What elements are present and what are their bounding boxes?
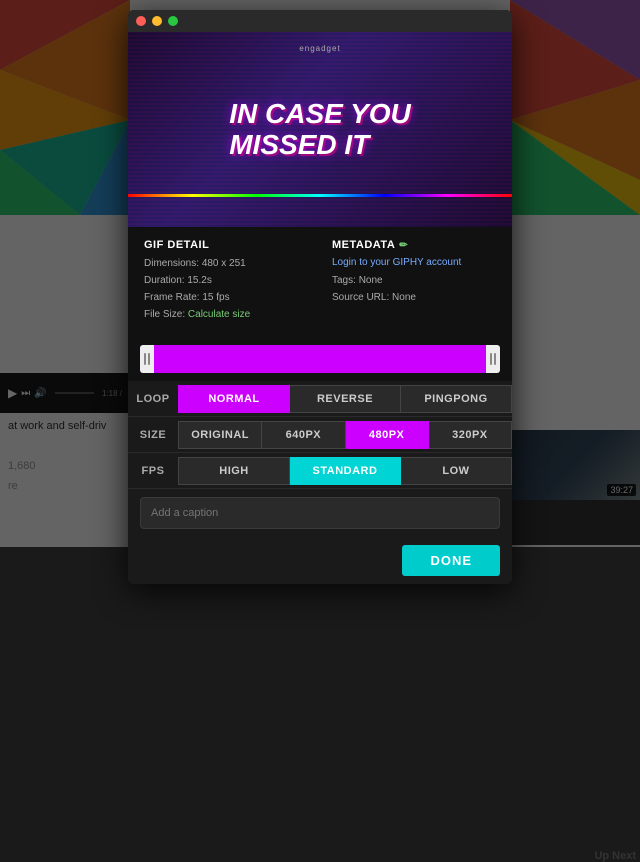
line2 (148, 353, 150, 365)
color-bar (128, 194, 512, 197)
trim-section (128, 337, 512, 381)
trim-handle-right[interactable] (486, 345, 500, 373)
size-label: SIZE (128, 429, 178, 441)
line4 (494, 353, 496, 365)
size-row: SIZE ORIGINAL 640PX 480PX 320PX (128, 417, 512, 453)
fps-standard-button[interactable]: STANDARD (290, 457, 401, 485)
next-label: Up Next (594, 850, 636, 862)
loop-label: LOOP (128, 393, 178, 405)
size-original-button[interactable]: ORIGINAL (178, 421, 262, 449)
done-section: DONE (128, 537, 512, 584)
controls-section: LOOP NORMAL REVERSE PINGPONG SIZE ORIGIN… (128, 381, 512, 489)
size-480-button[interactable]: 480PX (346, 421, 429, 449)
giphy-login-link[interactable]: Login to your GIPHY account (332, 257, 496, 268)
trim-track[interactable] (140, 345, 500, 373)
line3 (490, 353, 492, 365)
video-title-line2: MISSED IT (229, 130, 411, 161)
frame-rate-row: Frame Rate: 15 fps (144, 291, 308, 305)
maximize-button[interactable] (168, 16, 178, 26)
gif-detail: GIF DETAIL Dimensions: 480 x 251 Duratio… (144, 239, 308, 325)
duration-row: Duration: 15.2s (144, 274, 308, 288)
tags-row: Tags: None (332, 274, 496, 288)
edit-icon[interactable]: ✏ (399, 240, 408, 251)
fps-low-button[interactable]: LOW (401, 457, 512, 485)
loop-btn-group: NORMAL REVERSE PINGPONG (178, 385, 512, 413)
done-button[interactable]: DONE (402, 545, 500, 576)
calculate-size-link[interactable]: Calculate size (188, 309, 250, 320)
engadget-logo: engadget (299, 44, 340, 53)
fps-label: FPS (128, 465, 178, 477)
size-320-button[interactable]: 320PX (429, 421, 512, 449)
handle-lines-left (144, 353, 150, 365)
info-section: GIF DETAIL Dimensions: 480 x 251 Duratio… (128, 227, 512, 337)
metadata-header: METADATA ✏ (332, 239, 496, 251)
size-btn-group: ORIGINAL 640PX 480PX 320PX (178, 421, 512, 449)
video-preview: engadget IN CASE YOU MISSED IT ⏸ ⏭ 🔊 1:1… (128, 32, 512, 227)
video-title-line1: IN CASE YOU (229, 99, 411, 130)
source-row: Source URL: None (332, 291, 496, 305)
video-content: engadget IN CASE YOU MISSED IT (128, 32, 512, 227)
minimize-button[interactable] (152, 16, 162, 26)
caption-section (128, 489, 512, 537)
fps-high-button[interactable]: HIGH (178, 457, 290, 485)
gif-detail-header: GIF DETAIL (144, 239, 308, 251)
loop-row: LOOP NORMAL REVERSE PINGPONG (128, 381, 512, 417)
fps-btn-group: HIGH STANDARD LOW (178, 457, 512, 485)
caption-input[interactable] (140, 497, 500, 529)
modal-window: engadget IN CASE YOU MISSED IT ⏸ ⏭ 🔊 1:1… (128, 10, 512, 584)
loop-reverse-button[interactable]: REVERSE (290, 385, 401, 413)
close-button[interactable] (136, 16, 146, 26)
line1 (144, 353, 146, 365)
title-bar (128, 10, 512, 32)
size-640-button[interactable]: 640PX (262, 421, 345, 449)
loop-normal-button[interactable]: NORMAL (178, 385, 290, 413)
file-size-row: File Size: Calculate size (144, 308, 308, 322)
metadata-section: METADATA ✏ Login to your GIPHY account T… (332, 239, 496, 325)
fps-row: FPS HIGH STANDARD LOW (128, 453, 512, 489)
video-title: IN CASE YOU MISSED IT (229, 99, 411, 161)
handle-lines-right (490, 353, 496, 365)
loop-pingpong-button[interactable]: PINGPONG (401, 385, 512, 413)
dimensions-row: Dimensions: 480 x 251 (144, 257, 308, 271)
trim-handle-left[interactable] (140, 345, 154, 373)
